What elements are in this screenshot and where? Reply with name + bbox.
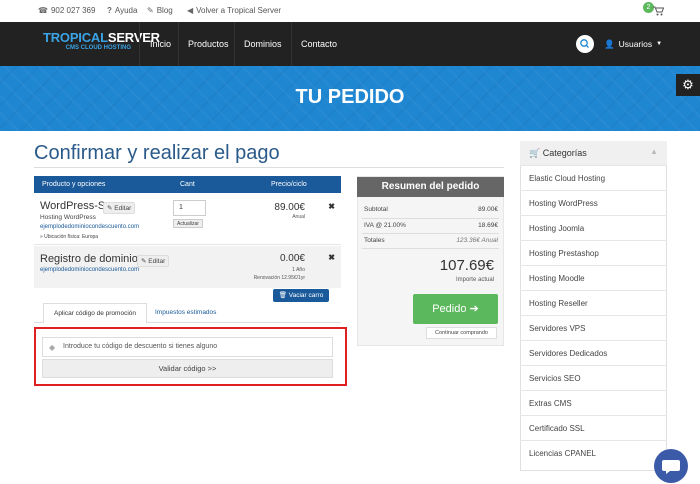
validate-code-button[interactable]: Validar código >> [42,359,333,378]
question-icon: ? [107,6,112,15]
tab-promo-code[interactable]: Aplicar código de promoción [43,303,147,323]
blog-link[interactable]: ✎ Blog [147,6,173,15]
help-label: Ayuda [114,6,138,15]
summary-subtotal: Subtotal 89.00€ [364,206,498,213]
search-icon [580,39,589,48]
remove-icon[interactable]: ✖ [328,202,335,211]
chevron-up-icon: ▲ [650,147,658,156]
phone-link[interactable]: ☎ 902 027 369 [38,6,95,15]
continue-shopping-button[interactable]: Continuar comprando [426,327,497,339]
product-location: » Ubicación física: Europa [40,234,99,240]
back-label: Volver a Tropical Server [196,6,282,15]
caret-down-icon: ▼ [656,41,663,47]
phone-number: 902 027 369 [50,6,96,15]
users-label: Usuarios [618,39,653,49]
nav-dominios[interactable]: Dominios [244,22,282,66]
category-item[interactable]: Servidores Dedicados [520,340,667,365]
order-label: Pedido [432,303,467,315]
category-item[interactable]: Hosting WordPress [520,190,667,215]
nav-divider [139,22,140,66]
header-qty: Cant [180,181,195,188]
divider [34,167,504,168]
edit-button[interactable]: ✎ Editar [137,255,170,267]
remove-icon[interactable]: ✖ [328,253,335,262]
edit-icon: ✎ [147,6,154,15]
cart-icon-svg [653,6,665,16]
edit-button[interactable]: ✎ Editar [103,202,136,214]
category-item[interactable]: Certificado SSL [520,415,667,440]
header-price: Precio/ciclo [271,181,307,188]
product-cycle: 1 Año [292,267,305,273]
category-item[interactable]: Extras CMS [520,390,667,415]
chat-button[interactable] [654,449,688,483]
product-type: Hosting WordPress [40,214,96,221]
promo-code-input[interactable]: ◆ Introduce tu código de descuento si ti… [42,337,333,357]
main-nav: TROPICALSERVER CMS CLOUD HOSTING Inicio … [0,22,700,66]
summary-tax: IVA @ 21.00% 18.69€ [364,222,498,229]
product-cycle: Anual [292,214,305,220]
categories-header[interactable]: 🛒 Categorías ▲ [520,141,667,165]
categories-title: Categorías [542,148,587,158]
summary-title: Resumen del pedido [357,177,504,197]
page-banner: TU PEDIDO [0,66,700,131]
top-bar: ☎ 902 027 369 ? Ayuda ✎ Blog ◀ Volver a … [0,0,700,22]
arrow-right-icon: ➔ [469,303,479,315]
summary-total: 107.69€ [439,257,494,274]
category-item[interactable]: Elastic Cloud Hosting [520,165,667,190]
help-link[interactable]: ? Ayuda [107,6,137,15]
order-button[interactable]: Pedido ➔ [413,294,498,324]
nav-productos[interactable]: Productos [188,22,229,66]
category-item[interactable]: Servidores VPS [520,315,667,340]
phone-icon: ☎ [38,6,48,15]
category-item[interactable]: Licencias CPANEL [520,440,667,465]
product-name: WordPress-S [40,200,106,212]
category-item[interactable]: Hosting Reseller [520,290,667,315]
banner-title: TU PEDIDO [295,86,405,108]
nav-divider [178,22,179,66]
users-menu[interactable]: 👤 Usuarios ▼ [604,22,662,66]
cart-icon: 🛒 [529,148,541,158]
empty-cart-button[interactable]: 🗑 Vaciar carro [273,289,329,302]
chat-icon [662,460,680,474]
summary-totals: Totales 123.36€ Anual [364,237,498,244]
product-price: 89.00€ [274,202,305,213]
arrow-circle-left-icon: ◀ [187,6,194,15]
product-renewal: Renovación 12.95€/1yr [253,275,305,281]
search-button[interactable] [576,35,594,53]
summary-total-label: Importe actual [455,277,494,283]
nav-contacto[interactable]: Contacto [301,22,337,66]
divider [362,233,499,234]
nav-inicio[interactable]: Inicio [150,22,171,66]
divider [362,248,499,249]
blog-label: Blog [156,6,173,15]
cart-icon[interactable] [653,6,665,19]
category-item[interactable]: Servicios SEO [520,365,667,390]
category-item[interactable]: Hosting Prestashop [520,240,667,265]
category-item[interactable]: Hosting Joomla [520,215,667,240]
user-icon: 👤 [604,39,615,49]
product-domain: ejemplodedominiocondescuento.com [40,267,140,273]
tag-icon: ◆ [49,343,56,352]
divider [362,218,499,219]
category-item[interactable]: Hosting Moodle [520,265,667,290]
cart-table-header: Producto y opciones Cant Precio/ciclo [34,176,341,193]
cart-row: Registro de dominio ✎ Editar ejemplodedo… [34,246,341,288]
tab-estimated-taxes[interactable]: Impuestos estimados [155,303,216,323]
product-domain: ejemplodedominiocondescuento.com [40,224,140,230]
header-product: Producto y opciones [42,181,106,188]
nav-divider [291,22,292,66]
product-price: 0.00€ [279,253,305,264]
nav-divider [234,22,235,66]
logo-subtitle: CMS CLOUD HOSTING [65,45,131,51]
back-link[interactable]: ◀ Volver a Tropical Server [187,6,281,15]
quantity-input[interactable]: 1 [173,200,206,216]
promo-placeholder: Introduce tu código de descuento si tien… [63,343,218,350]
gear-icon[interactable]: ⚙ [676,74,700,96]
logo[interactable]: TROPICALSERVER CMS CLOUD HOSTING [43,30,160,56]
cart-row: WordPress-S ✎ Editar Hosting WordPress e… [34,193,341,245]
page-title: Confirmar y realizar el pago [34,142,280,164]
update-button[interactable]: Actualizar [173,219,203,228]
product-name: Registro de dominio [40,253,138,265]
logo-text: TROPICALSERVER [43,30,160,45]
